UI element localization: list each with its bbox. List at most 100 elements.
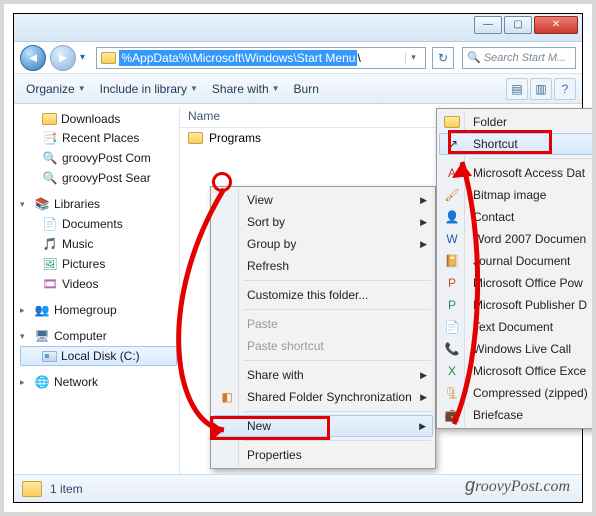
pictures-icon: 🖼 [42,256,58,272]
caret-down-icon: ▼ [78,84,86,93]
sidebar-group-homegroup[interactable]: ▸👥Homegroup [20,300,177,320]
menu-item-new[interactable]: New▶ [213,415,433,437]
search-folder-icon: 🔍 [42,150,58,166]
menu-item-new-powerpoint[interactable]: PMicrosoft Office Pow [439,272,596,294]
menu-item-new-shortcut[interactable]: ↗Shortcut [439,133,596,155]
menu-item-new-publisher[interactable]: PMicrosoft Publisher D [439,294,596,316]
text-icon: 📄 [444,320,460,334]
share-with-menu[interactable]: Share with ▼ [206,79,286,99]
sidebar-item-recent[interactable]: 📑Recent Places [20,128,177,148]
menu-item-view[interactable]: View▶ [213,189,433,211]
menu-item-new-access[interactable]: AMicrosoft Access Dat [439,162,596,184]
folder-icon [42,113,57,125]
sidebar-item-local-disk[interactable]: Local Disk (C:) [20,346,177,366]
folder-icon [22,481,42,497]
include-in-library-menu[interactable]: Include in library ▼ [94,79,204,99]
menu-item-new-livecall[interactable]: 📞Windows Live Call [439,338,596,360]
bitmap-icon: 🖌 [444,188,460,202]
help-button[interactable]: ? [554,78,576,100]
recent-icon: 📑 [42,130,58,146]
excel-icon: X [444,364,460,378]
menu-item-new-briefcase[interactable]: 💼Briefcase [439,404,596,426]
drive-icon [42,351,57,362]
menu-item-group-by[interactable]: Group by▶ [213,233,433,255]
back-button[interactable]: ◄ [20,45,46,71]
menu-item-new-contact[interactable]: 👤Contact [439,206,596,228]
sidebar-group-libraries[interactable]: ▾📚Libraries [20,194,177,214]
organize-menu[interactable]: Organize ▼ [20,79,92,99]
menu-item-refresh[interactable]: Refresh [213,255,433,277]
videos-icon: 🎞 [42,276,58,292]
burn-button[interactable]: Burn [288,79,325,99]
menu-item-customize[interactable]: Customize this folder... [213,284,433,306]
command-bar: Organize ▼ Include in library ▼ Share wi… [14,74,582,104]
folder-icon [101,52,116,64]
menu-item-shared-folder-sync[interactable]: ◧Shared Folder Synchronization▶ [213,386,433,408]
submenu-arrow-icon: ▶ [420,370,427,381]
submenu-arrow-icon: ▶ [420,217,427,228]
submenu-arrow-icon: ▶ [420,392,427,403]
window-titlebar: — ▢ ✕ [14,14,582,42]
network-icon: 🌐 [34,374,50,390]
context-menu-main: View▶ Sort by▶ Group by▶ Refresh Customi… [210,186,436,469]
menu-item-new-folder[interactable]: Folder [439,111,596,133]
menu-item-new-excel[interactable]: XMicrosoft Office Exce [439,360,596,382]
submenu-arrow-icon: ▶ [420,239,427,250]
search-placeholder: Search Start M... [484,52,567,64]
sidebar-item-downloads[interactable]: Downloads [20,110,177,128]
view-options-button[interactable]: ▤ [506,78,528,100]
address-path-tail: \ [357,51,360,65]
sidebar-item-music[interactable]: 🎵Music [20,234,177,254]
sidebar-item-gp-search[interactable]: 🔍groovyPost Sear [20,168,177,188]
sidebar-item-videos[interactable]: 🎞Videos [20,274,177,294]
caret-down-icon: ▾ [20,199,30,210]
caret-down-icon: ▼ [272,84,280,93]
navigation-bar: ◄ ► ▾ %AppData%\Microsoft\Windows\Start … [14,42,582,74]
status-bar: 1 item [14,474,582,502]
minimize-button[interactable]: — [474,16,502,34]
caret-down-icon: ▾ [20,331,30,342]
close-button[interactable]: ✕ [534,16,578,34]
menu-item-new-journal[interactable]: 📔Journal Document [439,250,596,272]
status-item-count: 1 item [50,482,83,496]
caret-right-icon: ▸ [20,377,30,388]
folder-icon [188,132,203,144]
word-icon: W [444,232,460,246]
menu-item-new-word[interactable]: WWord 2007 Documen [439,228,596,250]
search-input[interactable]: 🔍 Search Start M... [462,47,576,69]
address-path-selected: %AppData%\Microsoft\Windows\Start Menu [119,50,357,66]
sidebar-item-gp-com[interactable]: 🔍groovyPost Com [20,148,177,168]
libraries-icon: 📚 [34,196,50,212]
maximize-button[interactable]: ▢ [504,16,532,34]
submenu-arrow-icon: ▶ [420,195,427,206]
menu-item-paste: Paste [213,313,433,335]
shortcut-icon: ↗ [445,137,461,151]
livecall-icon: 📞 [444,342,460,356]
music-icon: 🎵 [42,236,58,252]
folder-icon [444,116,460,128]
contact-icon: 👤 [444,210,460,224]
column-name[interactable]: Name [180,106,440,127]
menu-item-new-bitmap[interactable]: 🖌Bitmap image [439,184,596,206]
nav-history-caret[interactable]: ▾ [80,52,92,63]
search-folder-icon: 🔍 [42,170,58,186]
address-dropdown-icon[interactable]: ▾ [405,52,421,63]
caret-right-icon: ▸ [20,305,30,316]
menu-item-paste-shortcut: Paste shortcut [213,335,433,357]
refresh-button[interactable]: ↻ [432,47,454,69]
access-icon: A [444,166,460,180]
menu-item-new-zip[interactable]: 🗜Compressed (zipped) [439,382,596,404]
publisher-icon: P [444,298,460,312]
sidebar-group-network[interactable]: ▸🌐Network [20,372,177,392]
menu-item-new-text[interactable]: 📄Text Document [439,316,596,338]
menu-item-share-with[interactable]: Share with▶ [213,364,433,386]
menu-item-properties[interactable]: Properties [213,444,433,466]
sidebar-group-computer[interactable]: ▾🖥Computer [20,326,177,346]
preview-pane-button[interactable]: ▥ [530,78,552,100]
sync-icon: ◧ [219,390,235,404]
forward-button[interactable]: ► [50,45,76,71]
address-bar[interactable]: %AppData%\Microsoft\Windows\Start Menu\ … [96,47,426,69]
sidebar-item-pictures[interactable]: 🖼Pictures [20,254,177,274]
menu-item-sort-by[interactable]: Sort by▶ [213,211,433,233]
sidebar-item-documents[interactable]: 📄Documents [20,214,177,234]
